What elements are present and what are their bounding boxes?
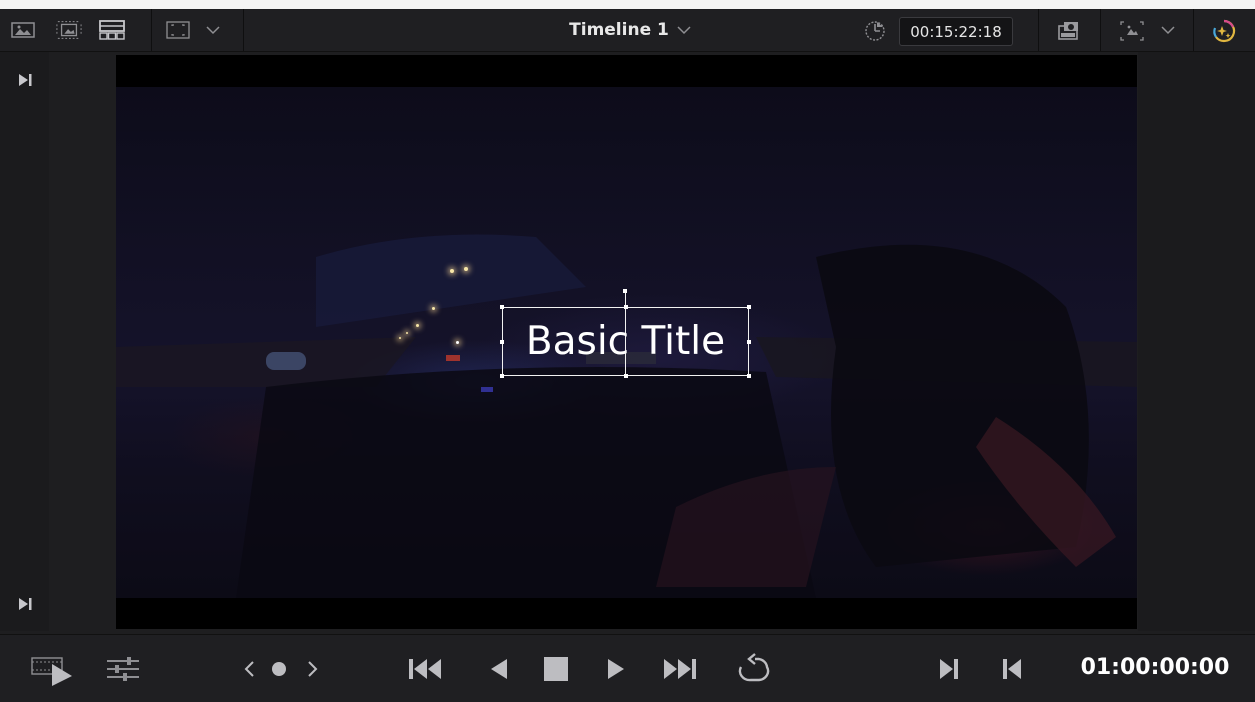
loop-icon[interactable]: [731, 635, 775, 702]
rotation-handle[interactable]: [623, 289, 627, 293]
transform-handle[interactable]: [747, 340, 751, 344]
record-timecode-value: 01:00:00:00: [1080, 655, 1230, 680]
zoom-group: [165, 9, 221, 51]
transform-handle[interactable]: [624, 374, 628, 378]
clip-play-icon[interactable]: [28, 635, 76, 702]
clip-viewer-icon[interactable]: [56, 19, 82, 41]
go-to-end-icon[interactable]: [660, 635, 700, 702]
prev-keyframe-icon[interactable]: [238, 635, 260, 702]
transform-handle[interactable]: [624, 305, 628, 309]
toolbar-divider: [1100, 9, 1101, 51]
chevron-down-icon[interactable]: [205, 19, 221, 41]
sliders-icon[interactable]: [103, 635, 143, 702]
chevron-down-icon[interactable]: [1160, 22, 1176, 38]
timeline-selector[interactable]: Timeline 1: [540, 9, 720, 51]
chevron-down-icon: [677, 25, 691, 35]
title-bounding-box[interactable]: Basic Title: [502, 307, 749, 376]
fullscreen-icon[interactable]: [165, 19, 191, 41]
transform-handle[interactable]: [747, 305, 751, 309]
transport-bar: [0, 634, 1255, 702]
play-icon[interactable]: [601, 635, 631, 702]
toolbar-divider: [151, 9, 152, 51]
timeline-title: Timeline 1: [569, 20, 669, 40]
mark-in-icon[interactable]: [16, 71, 34, 89]
layout-icon[interactable]: [98, 19, 126, 41]
effects-icon[interactable]: [1209, 17, 1239, 45]
transform-icon[interactable]: [1118, 19, 1146, 43]
transform-handle[interactable]: [747, 374, 751, 378]
timecode-clock-icon[interactable]: [862, 19, 888, 41]
window-top-strip: [0, 0, 1255, 9]
source-timecode-value: 00:15:22:18: [910, 22, 1002, 41]
camera-icon[interactable]: [1055, 18, 1085, 44]
video-viewer[interactable]: Basic Title: [116, 55, 1137, 629]
viewer-left-rail: [0, 52, 49, 631]
mark-out-icon[interactable]: [997, 635, 1027, 702]
transform-handle[interactable]: [500, 305, 504, 309]
next-keyframe-icon[interactable]: [302, 635, 324, 702]
transform-handle[interactable]: [500, 374, 504, 378]
viewer-margin-left: [49, 52, 115, 631]
toolbar-divider: [1038, 9, 1039, 51]
record-timecode[interactable]: 01:00:00:00: [1070, 634, 1240, 701]
source-timecode[interactable]: 00:15:22:18: [899, 17, 1013, 46]
viewer-margin-right: [1138, 52, 1255, 631]
mark-in-icon[interactable]: [934, 635, 964, 702]
transform-handle[interactable]: [500, 340, 504, 344]
toolbar-divider: [1193, 9, 1194, 51]
viewer-mode-group: [10, 9, 126, 51]
mark-out-icon[interactable]: [16, 595, 34, 613]
play-reverse-icon[interactable]: [484, 635, 514, 702]
stop-icon[interactable]: [541, 635, 571, 702]
basic-title-text: Basic Title: [525, 319, 726, 364]
toolbar-divider: [243, 9, 244, 51]
go-to-start-icon[interactable]: [405, 635, 445, 702]
keyframe-dot-icon[interactable]: [268, 635, 290, 702]
image-viewer-icon[interactable]: [10, 19, 36, 41]
